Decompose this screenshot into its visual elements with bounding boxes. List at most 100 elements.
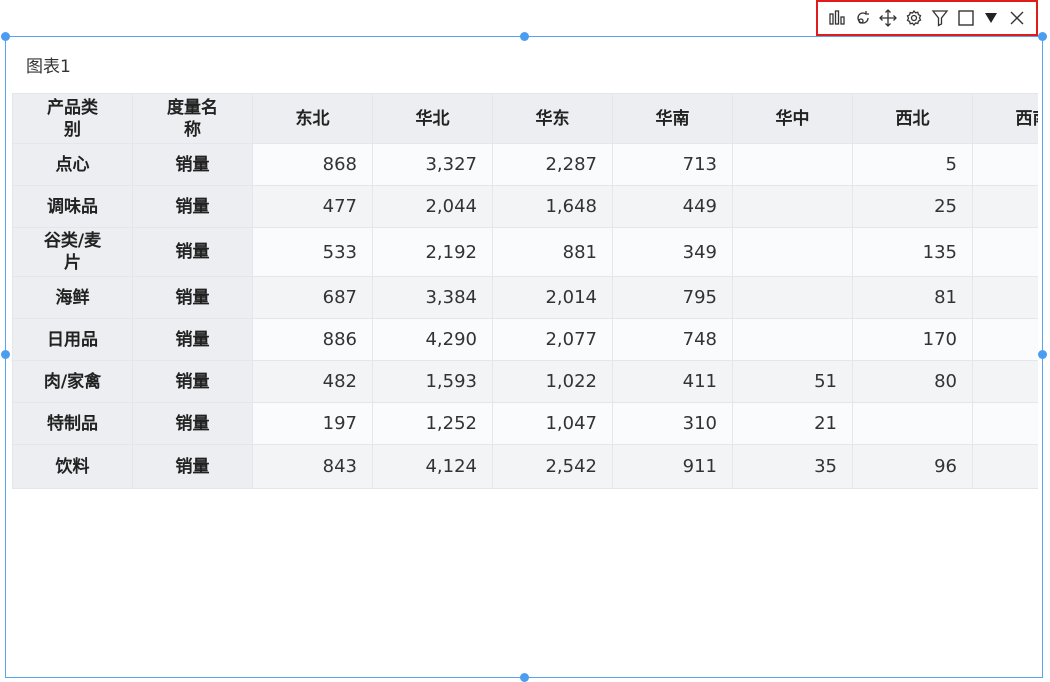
- measure-cell[interactable]: 销量: [132, 318, 253, 361]
- resize-handle-bottom[interactable]: [520, 673, 529, 682]
- table-row: 调味品 销量 477 2,044 1,648 449 25: [12, 185, 1038, 228]
- category-cell[interactable]: 海鲜: [12, 276, 133, 319]
- header-region-northeast[interactable]: 东北: [252, 93, 373, 144]
- value-cell[interactable]: 533: [252, 227, 373, 277]
- resize-handle-top[interactable]: [520, 32, 529, 41]
- value-cell[interactable]: [732, 318, 853, 361]
- resize-handle-right[interactable]: [1038, 350, 1047, 359]
- measure-cell[interactable]: 销量: [132, 402, 253, 445]
- header-region-northwest[interactable]: 西北: [852, 93, 973, 144]
- value-cell[interactable]: [852, 402, 973, 445]
- value-cell[interactable]: [972, 318, 1038, 361]
- value-cell[interactable]: 170: [852, 318, 973, 361]
- value-cell[interactable]: 748: [612, 318, 733, 361]
- value-cell[interactable]: [732, 276, 853, 319]
- value-cell[interactable]: 2,287: [492, 143, 613, 186]
- measure-cell[interactable]: 销量: [132, 185, 253, 228]
- category-cell[interactable]: 点心: [12, 143, 133, 186]
- value-cell[interactable]: [972, 360, 1038, 403]
- value-cell[interactable]: 81: [852, 276, 973, 319]
- chart-widget[interactable]: 图表1 产品类别 度量名称 东北 华北 华东 华南 华中 西北 西南 点心: [5, 36, 1043, 678]
- header-region-east[interactable]: 华东: [492, 93, 613, 144]
- category-cell[interactable]: 饮料: [12, 444, 133, 489]
- header-region-southwest[interactable]: 西南: [972, 93, 1038, 144]
- value-cell[interactable]: 1,047: [492, 402, 613, 445]
- header-measure-name[interactable]: 度量名称: [132, 93, 253, 144]
- value-cell[interactable]: 1,593: [372, 360, 493, 403]
- filter-icon[interactable]: [930, 8, 950, 28]
- category-cell[interactable]: 谷类/麦片: [12, 227, 133, 277]
- settings-icon[interactable]: [904, 8, 924, 28]
- value-cell[interactable]: 25: [852, 185, 973, 228]
- value-cell[interactable]: 713: [612, 143, 733, 186]
- value-cell[interactable]: 411: [612, 360, 733, 403]
- value-cell[interactable]: [972, 402, 1038, 445]
- resize-handle-top-left[interactable]: [1, 32, 10, 41]
- value-cell[interactable]: 310: [612, 402, 733, 445]
- value-cell[interactable]: 197: [252, 402, 373, 445]
- value-cell[interactable]: [972, 227, 1038, 277]
- chart-type-icon[interactable]: [827, 8, 847, 28]
- measure-cell[interactable]: 销量: [132, 444, 253, 489]
- value-cell[interactable]: 35: [732, 444, 853, 489]
- move-icon[interactable]: [878, 8, 898, 28]
- value-cell[interactable]: [972, 185, 1038, 228]
- header-region-south[interactable]: 华南: [612, 93, 733, 144]
- value-cell[interactable]: 687: [252, 276, 373, 319]
- value-cell[interactable]: 349: [612, 227, 733, 277]
- value-cell[interactable]: 1,648: [492, 185, 613, 228]
- category-cell[interactable]: 调味品: [12, 185, 133, 228]
- value-cell[interactable]: [972, 276, 1038, 319]
- measure-cell[interactable]: 销量: [132, 143, 253, 186]
- value-cell[interactable]: 135: [852, 227, 973, 277]
- value-cell[interactable]: 795: [612, 276, 733, 319]
- value-cell[interactable]: [732, 143, 853, 186]
- value-cell[interactable]: 96: [852, 444, 973, 489]
- value-cell[interactable]: 2,014: [492, 276, 613, 319]
- category-cell[interactable]: 特制品: [12, 402, 133, 445]
- value-cell[interactable]: [732, 227, 853, 277]
- value-cell[interactable]: 449: [612, 185, 733, 228]
- maximize-icon[interactable]: [956, 8, 976, 28]
- value-cell[interactable]: 886: [252, 318, 373, 361]
- header-product-category[interactable]: 产品类别: [12, 93, 133, 144]
- pivot-table-viewport[interactable]: 产品类别 度量名称 东北 华北 华东 华南 华中 西北 西南 点心 销量 868…: [12, 93, 1038, 489]
- value-cell[interactable]: 2,077: [492, 318, 613, 361]
- value-cell[interactable]: 843: [252, 444, 373, 489]
- category-cell[interactable]: 日用品: [12, 318, 133, 361]
- value-cell[interactable]: 51: [732, 360, 853, 403]
- measure-cell[interactable]: 销量: [132, 276, 253, 319]
- value-cell[interactable]: 1,252: [372, 402, 493, 445]
- value-cell[interactable]: 2,542: [492, 444, 613, 489]
- value-cell[interactable]: 911: [612, 444, 733, 489]
- measure-cell[interactable]: 销量: [132, 227, 253, 277]
- value-cell[interactable]: 2,044: [372, 185, 493, 228]
- value-cell[interactable]: 477: [252, 185, 373, 228]
- value-cell[interactable]: 21: [732, 402, 853, 445]
- value-cell[interactable]: 5: [852, 143, 973, 186]
- table-row: 日用品 销量 886 4,290 2,077 748 170: [12, 318, 1038, 361]
- category-cell[interactable]: 肉/家禽: [12, 360, 133, 403]
- measure-cell[interactable]: 销量: [132, 360, 253, 403]
- resize-handle-top-right[interactable]: [1038, 32, 1047, 41]
- value-cell[interactable]: 3,327: [372, 143, 493, 186]
- value-cell[interactable]: 4,124: [372, 444, 493, 489]
- value-cell[interactable]: 4,290: [372, 318, 493, 361]
- resize-handle-left[interactable]: [1, 350, 10, 359]
- refresh-icon[interactable]: [853, 8, 873, 28]
- dropdown-icon[interactable]: [981, 8, 1001, 28]
- header-region-north[interactable]: 华北: [372, 93, 493, 144]
- value-cell[interactable]: 881: [492, 227, 613, 277]
- value-cell[interactable]: 80: [852, 360, 973, 403]
- value-cell[interactable]: [972, 444, 1038, 489]
- value-cell[interactable]: 868: [252, 143, 373, 186]
- value-cell[interactable]: 482: [252, 360, 373, 403]
- value-cell[interactable]: 1,022: [492, 360, 613, 403]
- close-icon[interactable]: [1007, 8, 1027, 28]
- value-cell[interactable]: 3,384: [372, 276, 493, 319]
- value-cell[interactable]: 2,192: [372, 227, 493, 277]
- value-cell[interactable]: [972, 143, 1038, 186]
- header-region-central[interactable]: 华中: [732, 93, 853, 144]
- value-cell[interactable]: [732, 185, 853, 228]
- table-row: 海鲜 销量 687 3,384 2,014 795 81: [12, 276, 1038, 319]
